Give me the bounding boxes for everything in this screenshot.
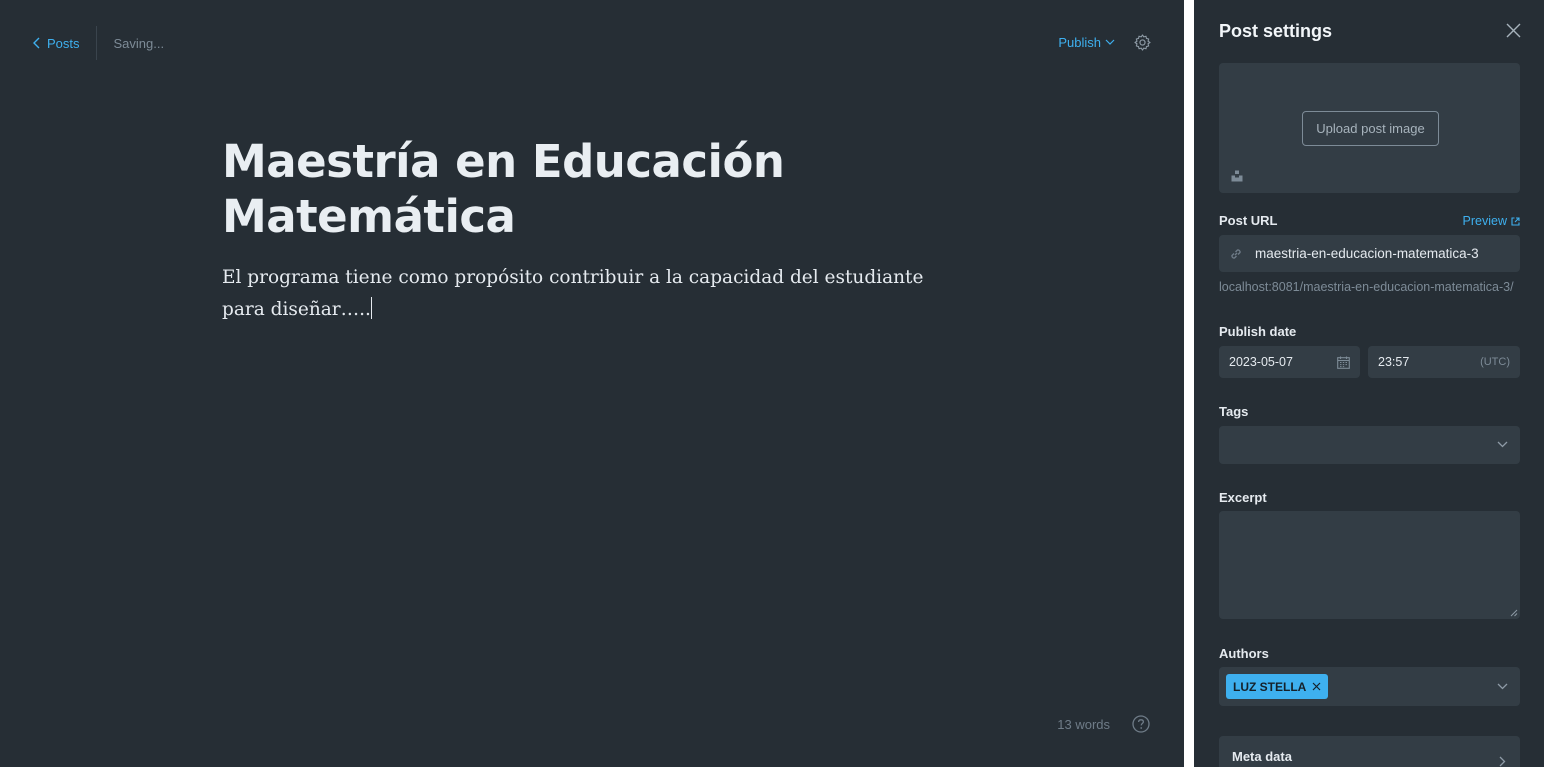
- text-caret: [370, 297, 372, 319]
- editor-footer: 13 words: [1057, 715, 1150, 733]
- author-token: LUZ STELLA: [1226, 674, 1329, 699]
- chevron-down-icon: [1105, 39, 1115, 46]
- panel-title: Post settings: [1219, 21, 1333, 41]
- publish-time-value: 23:57: [1378, 355, 1410, 369]
- close-icon[interactable]: [1505, 22, 1522, 39]
- editor-topbar-left: Posts Saving...: [32, 26, 164, 60]
- post-image-dropzone[interactable]: Upload post image: [1219, 63, 1520, 193]
- unsplash-icon[interactable]: [1231, 170, 1243, 182]
- excerpt-label: Excerpt: [1219, 490, 1267, 505]
- authors-label: Authors: [1219, 646, 1269, 661]
- authors-select[interactable]: LUZ STELLA: [1219, 667, 1520, 706]
- topbar-divider: [95, 26, 97, 60]
- publish-date-label: Publish date: [1219, 324, 1297, 339]
- editor-topbar-right: Publish: [1058, 30, 1152, 54]
- preview-label: Preview: [1462, 214, 1507, 228]
- save-status: Saving...: [113, 35, 165, 51]
- chevron-right-icon: [1499, 756, 1506, 767]
- meta-data-section[interactable]: Meta data: [1219, 736, 1520, 767]
- back-to-posts-link[interactable]: Posts: [32, 26, 96, 60]
- excerpt-textarea[interactable]: [1219, 511, 1520, 619]
- tags-label: Tags: [1219, 404, 1249, 419]
- settings-gear-icon[interactable]: [1133, 33, 1152, 52]
- full-url-text: localhost:8081/maestria-en-educacion-mat…: [1219, 280, 1514, 294]
- post-body-text: El programa tiene como propósito contrib…: [222, 267, 924, 320]
- post-title[interactable]: Maestría en Educación Matemática: [222, 134, 942, 244]
- author-name: LUZ STELLA: [1233, 679, 1307, 694]
- meta-data-label: Meta data: [1232, 749, 1292, 764]
- post-url-slug: maestria-en-educacion-matematica-3: [1255, 246, 1479, 261]
- post-url-label: Post URL: [1219, 213, 1278, 228]
- panel-separator: [1184, 0, 1194, 767]
- timezone-label: (UTC): [1480, 356, 1510, 368]
- resize-handle-icon[interactable]: [1510, 609, 1518, 617]
- publish-time-input[interactable]: 23:57 (UTC): [1368, 346, 1520, 378]
- calendar-icon[interactable]: [1337, 356, 1350, 369]
- chevron-down-icon: [1497, 683, 1508, 690]
- preview-link[interactable]: Preview: [1463, 214, 1520, 228]
- publish-date-input[interactable]: 2023-05-07: [1219, 346, 1360, 378]
- remove-author-icon[interactable]: [1312, 682, 1321, 691]
- publish-button[interactable]: Publish: [1058, 35, 1115, 50]
- help-icon[interactable]: [1132, 715, 1150, 733]
- post-url-input[interactable]: maestria-en-educacion-matematica-3: [1219, 235, 1520, 272]
- back-link-label: Posts: [47, 35, 80, 51]
- editor-area: Posts Saving... Publish Maestría en Educ…: [0, 0, 1184, 767]
- post-settings-panel: Post settings Upload post image Post URL…: [1194, 0, 1544, 767]
- publish-date-value: 2023-05-07: [1229, 355, 1293, 369]
- link-icon: [1229, 247, 1243, 261]
- publish-label: Publish: [1058, 34, 1101, 50]
- upload-post-image-button[interactable]: Upload post image: [1302, 111, 1439, 146]
- chevron-left-icon: [32, 37, 41, 49]
- tags-select[interactable]: [1219, 426, 1520, 464]
- post-body-editor[interactable]: El programa tiene como propósito contrib…: [222, 262, 952, 326]
- word-count: 13 words: [1057, 716, 1110, 732]
- external-link-icon: [1511, 216, 1520, 226]
- chevron-down-icon: [1497, 441, 1508, 448]
